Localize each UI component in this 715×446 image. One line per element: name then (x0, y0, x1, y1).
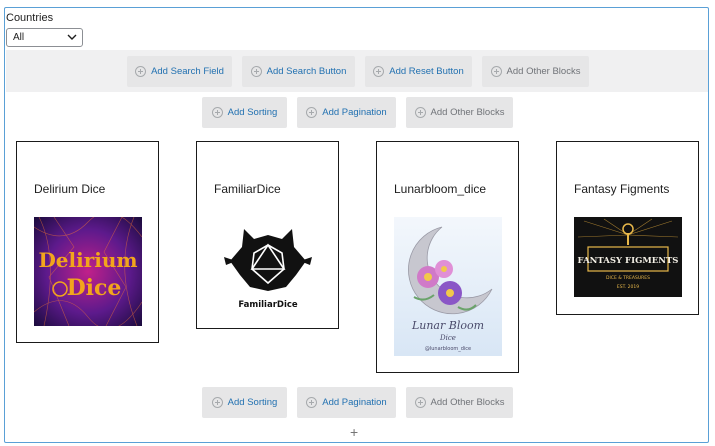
add-pagination-label: Add Pagination (322, 107, 387, 118)
add-search-field-label: Add Search Field (151, 66, 224, 77)
add-reset-button-label: Add Reset Button (389, 66, 464, 77)
logo-text: DICE & TREASURES (606, 275, 650, 281)
countries-select-value: All (13, 32, 25, 43)
add-pagination-label: Add Pagination (322, 397, 387, 408)
add-other-blocks-label: Add Other Blocks (506, 66, 581, 77)
logo-text: Lunar Bloom (411, 319, 484, 332)
result-card[interactable]: FamiliarDice FamiliarDice (196, 141, 339, 329)
result-card[interactable]: Fantasy Figments FANTASY FIGMENTS DICE &… (556, 141, 699, 315)
card-title: Delirium Dice (34, 182, 106, 196)
plus-circle-icon (414, 397, 426, 408)
countries-select[interactable]: All (6, 28, 83, 47)
countries-filter-label: Countries (6, 12, 54, 24)
plus-circle-icon (211, 397, 223, 408)
add-sorting-button[interactable]: Add Sorting (202, 387, 287, 418)
add-search-field-button[interactable]: Add Search Field (127, 56, 232, 87)
card-title: FamiliarDice (214, 182, 281, 196)
logo-text: Dice (67, 275, 122, 301)
plus-circle-icon (306, 397, 318, 408)
familiardice-logo-image: FamiliarDice (214, 217, 322, 314)
search-toolbar-band (6, 50, 708, 92)
add-search-button-label: Add Search Button (266, 66, 347, 77)
add-block-plus-icon[interactable]: + (350, 424, 358, 440)
delirium-dice-logo-image: Delirium Dice (34, 217, 142, 326)
logo-text: EST. 2019 (617, 284, 639, 290)
add-other-blocks-label: Add Other Blocks (430, 397, 505, 408)
card-title: Lunarbloom_dice (394, 182, 487, 196)
add-other-blocks-button[interactable]: Add Other Blocks (406, 387, 513, 418)
logo-text: Dice (439, 334, 456, 342)
add-reset-button-button[interactable]: Add Reset Button (365, 56, 472, 87)
plus-circle-icon (211, 107, 223, 118)
plus-circle-icon (414, 107, 426, 118)
add-other-blocks-label: Add Other Blocks (430, 107, 505, 118)
add-pagination-button[interactable]: Add Pagination (297, 387, 396, 418)
add-search-button-button[interactable]: Add Search Button (242, 56, 355, 87)
fantasy-figments-logo-image: FANTASY FIGMENTS DICE & TREASURES EST. 2… (574, 217, 682, 297)
plus-circle-icon (373, 66, 385, 77)
add-pagination-button[interactable]: Add Pagination (297, 97, 396, 128)
lunarbloom-logo-image: Lunar Bloom Dice @lunarbloom_dice (394, 217, 502, 356)
chevron-down-icon (67, 34, 77, 40)
logo-text: FamiliarDice (238, 300, 298, 310)
logo-text: Delirium (38, 248, 137, 272)
card-title: Fantasy Figments (574, 182, 670, 196)
add-sorting-button[interactable]: Add Sorting (202, 97, 287, 128)
add-sorting-label: Add Sorting (227, 397, 278, 408)
plus-circle-icon (135, 66, 147, 77)
add-sorting-label: Add Sorting (227, 107, 278, 118)
plus-circle-icon (250, 66, 262, 77)
logo-text: FANTASY FIGMENTS (578, 256, 679, 266)
result-card[interactable]: Delirium Dice Delirium Dice (16, 141, 159, 343)
add-other-blocks-button[interactable]: Add Other Blocks (482, 56, 589, 87)
plus-circle-icon (490, 66, 502, 77)
plus-circle-icon (306, 107, 318, 118)
logo-text: @lunarbloom_dice (425, 346, 471, 352)
add-other-blocks-button[interactable]: Add Other Blocks (406, 97, 513, 128)
result-card[interactable]: Lunarbloom_dice Lunar Bloom Dice @lunarb… (376, 141, 519, 373)
